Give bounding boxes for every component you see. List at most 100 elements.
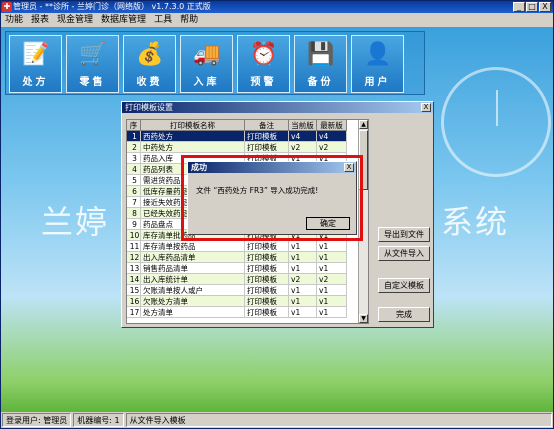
table-row[interactable]: 17 处方清单 打印模板 v1 v1 [127,307,368,318]
toolbar-label: 入库 [193,77,220,88]
prescription-icon: 📝 [22,42,50,67]
user-icon: 👤 [364,42,392,67]
column-header[interactable]: 序号 [127,120,141,141]
table-cell: 销售药品清单 [141,263,245,274]
status-bar: 登录用户: 管理员 机器编号: 1 从文件导入模板 [1,412,553,428]
menu-report[interactable]: 报表 [31,13,49,27]
menu-function[interactable]: 功能 [5,13,23,27]
table-row[interactable]: 1 西药处方 打印模板 v4 v4 [127,131,368,142]
toolbar-user-button[interactable]: 👤 用户 [351,35,404,93]
table-cell: v1 [317,241,347,252]
toolbar-charge-button[interactable]: 💰 收费 [123,35,176,93]
toolbar-label: 收费 [136,77,163,88]
table-cell: v4 [289,131,317,142]
table-cell: 西药处方 [141,131,245,142]
maximize-button[interactable]: □ [526,2,538,12]
status-message: 从文件导入模板 [125,413,552,427]
cart-icon: 🛒 [79,42,107,67]
table-cell: 库存清单按药品 [141,241,245,252]
table-cell: 14 [127,274,141,285]
table-cell: 4 [127,164,141,175]
table-cell: 13 [127,263,141,274]
table-cell: 15 [127,285,141,296]
scroll-down-arrow-icon[interactable]: ▼ [359,314,368,323]
table-cell: 1 [127,131,141,142]
export-button[interactable]: 导出到文件 [378,227,430,242]
menu-help[interactable]: 帮助 [180,13,198,27]
table-cell: 6 [127,186,141,197]
menu-cash[interactable]: 现金管理 [57,13,93,27]
table-cell: 打印模板 [245,131,289,142]
floppy-icon: 💾 [307,42,335,67]
app-icon: ✚ [2,2,12,12]
dialog-close-button[interactable]: X [421,103,431,112]
table-cell: v1 [317,285,347,296]
table-row[interactable]: 13 销售药品清单 打印模板 v1 v1 [127,263,368,274]
table-cell: 打印模板 [245,263,289,274]
menu-tools[interactable]: 工具 [154,13,172,27]
column-header[interactable]: 当前版本 [289,120,317,141]
scroll-up-arrow-icon[interactable]: ▲ [359,120,368,129]
toolbar-label: 用户 [364,77,391,88]
close-button[interactable]: X [539,2,551,12]
background-title-right: 系统 [441,203,510,241]
table-cell: 5 [127,175,141,186]
table-cell: 17 [127,307,141,318]
table-row[interactable]: 2 中药处方 打印模板 v2 v2 [127,142,368,153]
table-cell: 打印模板 [245,252,289,263]
toolbar-label: 处方 [22,77,49,88]
done-button[interactable]: 完成 [378,307,430,322]
table-cell: 9 [127,219,141,230]
toolbar-retail-button[interactable]: 🛒 零售 [66,35,119,93]
toolbar-label: 备份 [307,77,334,88]
table-row[interactable]: 16 欠账处方清单 打印模板 v1 v1 [127,296,368,307]
clock-graphic [441,67,551,177]
background-title-left: 兰婷 [41,203,110,241]
window-title: 管理员 - **诊所 - 兰婷门诊（网络版） v1.7.3.0 正式版 [13,2,211,11]
toolbar-prescription-button[interactable]: 📝 处方 [9,35,62,93]
column-header[interactable]: 最新版 [317,120,347,131]
table-row[interactable]: 11 库存清单按药品 打印模板 v1 v1 [127,241,368,252]
table-row[interactable]: 14 出入库统计单 打印模板 v2 v2 [127,274,368,285]
table-row[interactable]: 12 出入库药品清单 打印模板 v1 v1 [127,252,368,263]
custom-template-button[interactable]: 自定义模板 [378,278,430,293]
column-header[interactable]: 备注 [245,120,289,131]
table-cell: 出入库统计单 [141,274,245,285]
table-cell: 2 [127,142,141,153]
table-cell: v1 [289,307,317,318]
toolbar-alert-button[interactable]: ⏰ 预警 [237,35,290,93]
import-button[interactable]: 从文件导入 [378,246,430,261]
table-cell: 打印模板 [245,307,289,318]
table-cell: 打印模板 [245,296,289,307]
table-row[interactable]: 15 欠账清单按人或户 打印模板 v1 v1 [127,285,368,296]
table-cell: 11 [127,241,141,252]
toolbar-stock-in-button[interactable]: 🚚 入库 [180,35,233,93]
status-machine: 机器编号: 1 [73,413,124,427]
table-cell: v1 [317,296,347,307]
dialog-title: 打印模板设置 [122,102,433,113]
table-cell: 处方清单 [141,307,245,318]
table-cell: v1 [289,285,317,296]
alarm-clock-icon: ⏰ [250,42,278,67]
table-cell: v1 [317,307,347,318]
title-bar: ✚ 管理员 - **诊所 - 兰婷门诊（网络版） v1.7.3.0 正式版 _ … [1,1,553,13]
table-cell: 打印模板 [245,274,289,285]
table-cell: v1 [289,263,317,274]
table-cell: 打印模板 [245,241,289,252]
table-cell: 10 [127,230,141,241]
table-cell: 8 [127,208,141,219]
table-cell: 3 [127,153,141,164]
table-cell: v2 [317,142,347,153]
table-cell: v1 [289,252,317,263]
money-icon: 💰 [136,42,164,67]
minimize-button[interactable]: _ [513,2,525,12]
table-cell: 中药处方 [141,142,245,153]
table-cell: v2 [289,142,317,153]
menu-database[interactable]: 数据库管理 [101,13,146,27]
table-cell: 欠账处方清单 [141,296,245,307]
truck-icon: 🚚 [193,42,221,67]
column-header[interactable]: 打印模板名称 [141,120,245,131]
table-cell: v1 [317,252,347,263]
toolbar-label: 零售 [79,77,106,88]
toolbar-backup-button[interactable]: 💾 备份 [294,35,347,93]
